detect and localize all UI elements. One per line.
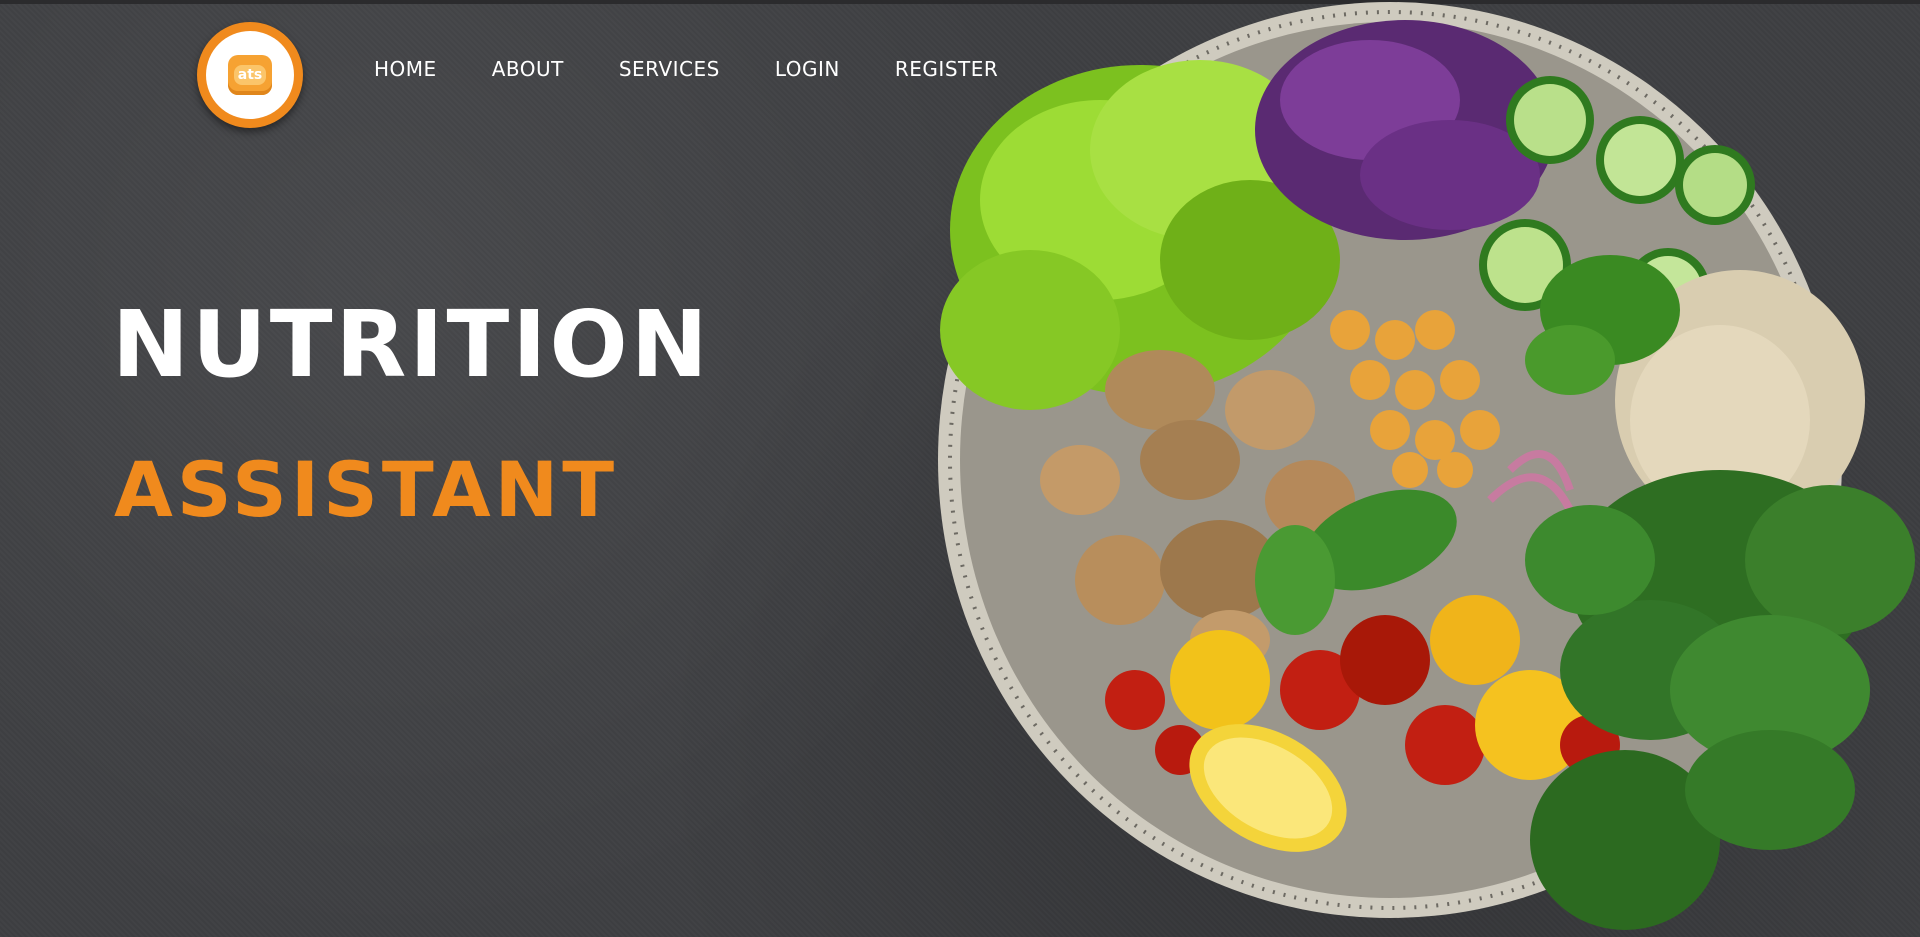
hero-subtitle: ASSISTANT [114,445,619,534]
food-bowl-illustration [890,0,1920,937]
hero-section: ats HOME ABOUT SERVICES LOGIN REGISTER N… [0,0,1920,937]
nav-home[interactable]: HOME [374,56,437,82]
spinach [1525,470,1915,930]
logo-text: ats [233,65,267,85]
nav-services[interactable]: SERVICES [619,56,720,82]
logo-badge-icon: ats [228,55,272,95]
nav-about[interactable]: ABOUT [492,56,564,82]
logo-inner: ats [206,31,294,119]
nav-login[interactable]: LOGIN [775,56,840,82]
food-bowl-svg [938,2,1915,930]
logo[interactable]: ats [197,22,303,128]
hero-title: NUTRITION [112,291,711,398]
